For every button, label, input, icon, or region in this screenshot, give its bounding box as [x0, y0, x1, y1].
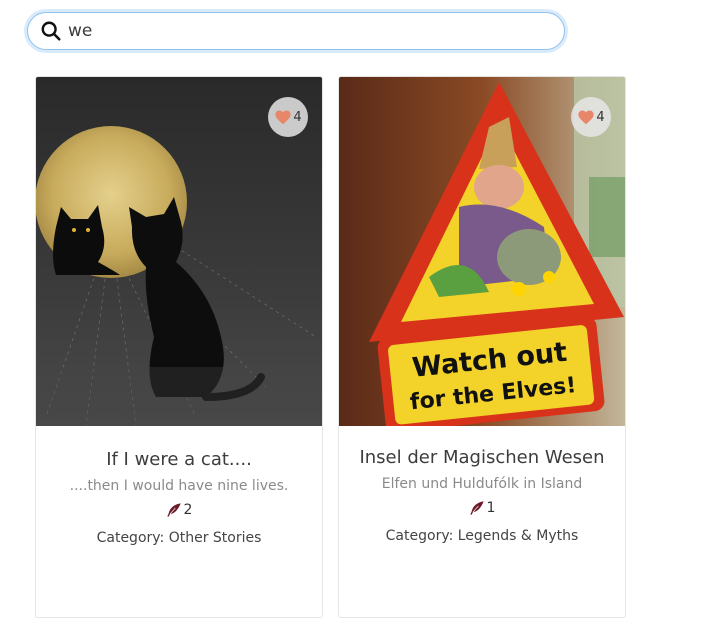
quill-icon	[166, 503, 181, 517]
story-image-elves[interactable]: Watch out for the Elves! 4	[339, 77, 625, 426]
search-bar[interactable]	[27, 12, 565, 50]
quill-count-value: 2	[183, 502, 193, 518]
heart-icon	[578, 110, 594, 125]
story-category: Category: Legends & Myths	[385, 528, 579, 544]
quill-icon	[469, 501, 484, 515]
story-category: Category: Other Stories	[96, 530, 262, 546]
quill-count: 2	[36, 502, 322, 518]
story-subtitle: ....then I would have nine lives.	[69, 478, 289, 494]
story-subtitle: Elfen und Huldufólk in Island	[381, 476, 583, 492]
quill-count: 1	[339, 500, 625, 516]
story-title[interactable]: If I were a cat....	[36, 448, 322, 472]
story-card[interactable]: 4 If I were a cat.... ....then I would h…	[35, 76, 323, 618]
heart-icon	[275, 110, 291, 125]
story-title[interactable]: Insel der Magischen Wesen	[339, 446, 625, 470]
likes-badge[interactable]: 4	[571, 97, 611, 137]
story-card[interactable]: Watch out for the Elves! 4 Insel der Mag…	[338, 76, 626, 618]
quill-count-value: 1	[486, 500, 496, 516]
search-icon	[41, 21, 61, 41]
likes-count: 4	[596, 109, 605, 125]
likes-count: 4	[293, 109, 302, 125]
likes-badge[interactable]: 4	[268, 97, 308, 137]
search-input[interactable]	[68, 21, 528, 41]
story-image-cat[interactable]: 4	[36, 77, 322, 426]
